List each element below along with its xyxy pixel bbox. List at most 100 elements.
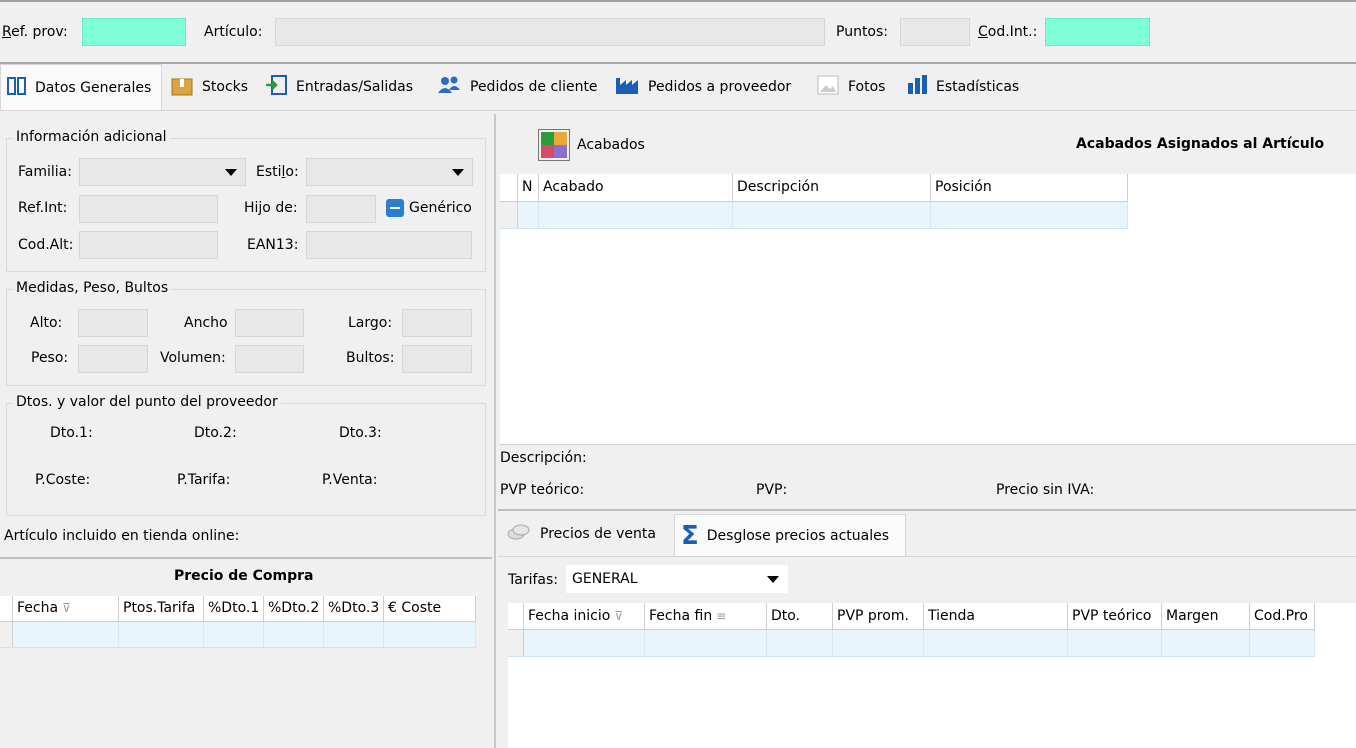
acabados-title: Acabados Asignados al Artículo — [1076, 136, 1325, 152]
box-icon — [170, 74, 194, 100]
pvp-teorico-label: PVP teórico: — [500, 482, 585, 498]
minus-icon — [390, 207, 400, 209]
tab-entradas-salidas[interactable]: Entradas/Salidas — [258, 64, 428, 110]
codalt-label: Cod.Alt: — [18, 237, 74, 253]
hijode-input[interactable] — [306, 195, 376, 223]
top-border — [0, 0, 1356, 2]
tab-pedidos-proveedor[interactable]: Pedidos a proveedor — [608, 64, 808, 110]
col-pvp-prom[interactable]: PVP prom. — [833, 603, 924, 629]
tab-desglose-precios[interactable]: Σ Desglose precios actuales — [674, 514, 906, 556]
peso-input[interactable] — [78, 345, 148, 373]
acabados-palette-icon[interactable] — [538, 129, 570, 161]
col-ptos-tarifa[interactable]: Ptos.Tarifa — [119, 596, 204, 621]
acabados-grid-header: N Acabado Descripción Posición — [500, 174, 1128, 202]
ancho-label: Ancho — [184, 315, 228, 331]
refint-input[interactable] — [79, 195, 218, 223]
generico-checkbox[interactable] — [386, 199, 404, 217]
col-pvp-teorico[interactable]: PVP teórico — [1068, 603, 1162, 629]
peso-label: Peso: — [31, 350, 69, 366]
exchange-icon — [264, 74, 288, 100]
dto1-label: Dto.1: — [50, 425, 93, 441]
chevron-down-icon — [767, 576, 779, 583]
ean13-input[interactable] — [306, 231, 472, 259]
col-acabado[interactable]: Acabado — [539, 174, 733, 201]
col-posicion[interactable]: Posición — [931, 174, 1128, 201]
pvp-label: PVP: — [756, 482, 788, 498]
acabados-button[interactable]: Acabados — [577, 137, 645, 153]
tab-fotos[interactable]: Fotos — [810, 64, 898, 110]
volumen-input[interactable] — [235, 345, 304, 373]
ref-prov-input[interactable] — [82, 18, 186, 46]
col-fecha-inicio[interactable]: Fecha inicio ⊽ — [524, 603, 645, 629]
chevron-down-icon — [225, 169, 237, 176]
info-group-title: Información adicional — [13, 129, 170, 145]
precios-grid-header: Fecha inicio ⊽ Fecha fin ≡ Dto. PVP prom. … — [508, 603, 1315, 630]
col-cod-pro[interactable]: Cod.Pro — [1250, 603, 1315, 629]
users-icon — [436, 74, 462, 100]
picture-icon — [816, 74, 840, 100]
col-dto[interactable]: Dto. — [767, 603, 833, 629]
acabados-bottom-border — [500, 444, 1356, 445]
hijode-label: Hijo de: — [244, 200, 298, 216]
col-margen[interactable]: Margen — [1162, 603, 1250, 629]
articulo-label: Artículo: — [204, 24, 263, 40]
precio-compra-title: Precio de Compra — [174, 568, 314, 584]
col-fecha-fin[interactable]: Fecha fin ≡ — [645, 603, 767, 629]
bultos-input[interactable] — [402, 345, 472, 373]
ref-prov-label: Ref. prov: — [2, 24, 68, 40]
alto-input[interactable] — [78, 309, 148, 337]
estilo-select[interactable] — [306, 158, 473, 186]
filter-icon: ⊽ — [614, 609, 624, 623]
familia-label: Familia: — [18, 164, 72, 180]
panel-splitter[interactable] — [494, 114, 496, 748]
columns-icon — [7, 76, 27, 99]
precios-tabs-border — [498, 556, 1356, 557]
filter-icon: ⊽ — [62, 601, 71, 615]
compra-grid-header: Fecha ⊽ Ptos.Tarifa %Dto.1 %Dto.2 %Dto.3 … — [0, 596, 476, 622]
codalt-input[interactable] — [79, 231, 218, 259]
ancho-input[interactable] — [235, 309, 304, 337]
table-row[interactable] — [0, 622, 476, 648]
tab-pedidos-cliente[interactable]: Pedidos de cliente — [430, 64, 606, 110]
col-dto1[interactable]: %Dto.1 — [204, 596, 264, 621]
pcoste-label: P.Coste: — [35, 472, 91, 488]
estilo-label: Estilo: — [256, 164, 299, 180]
table-row[interactable] — [508, 630, 1315, 657]
familia-select[interactable] — [79, 158, 246, 186]
bar-chart-icon — [906, 74, 928, 100]
codint-input[interactable] — [1045, 18, 1150, 46]
tab-precios-venta[interactable]: Precios de venta — [500, 513, 674, 555]
dto2-label: Dto.2: — [194, 425, 237, 441]
tab-datos-generales[interactable]: Datos Generales — [0, 64, 162, 110]
puntos-input[interactable] — [900, 18, 970, 46]
col-coste[interactable]: € Coste — [384, 596, 476, 621]
dto3-label: Dto.3: — [339, 425, 382, 441]
col-descripcion[interactable]: Descripción — [733, 174, 931, 201]
col-tienda[interactable]: Tienda — [924, 603, 1068, 629]
col-dto3[interactable]: %Dto.3 — [324, 596, 384, 621]
articulo-input[interactable] — [275, 18, 825, 46]
sort-icon: ≡ — [716, 609, 727, 623]
refint-label: Ref.Int: — [18, 200, 68, 216]
tarifas-label: Tarifas: — [508, 572, 558, 588]
col-fecha[interactable]: Fecha ⊽ — [13, 596, 119, 621]
table-row[interactable] — [500, 202, 1128, 229]
largo-label: Largo: — [348, 315, 393, 331]
tab-stocks[interactable]: Stocks — [164, 64, 256, 110]
generico-label: Genérico — [409, 200, 472, 216]
alto-label: Alto: — [30, 315, 63, 331]
tarifas-select[interactable]: GENERAL — [566, 565, 788, 593]
puntos-label: Puntos: — [836, 24, 889, 40]
col-dto2[interactable]: %Dto.2 — [264, 596, 324, 621]
dtos-group — [6, 403, 486, 516]
largo-input[interactable] — [402, 309, 472, 337]
pventa-label: P.Venta: — [322, 472, 378, 488]
chevron-down-icon — [452, 169, 464, 176]
tab-estadisticas[interactable]: Estadísticas — [900, 64, 1030, 110]
bultos-label: Bultos: — [346, 350, 395, 366]
col-n[interactable]: N — [518, 174, 539, 201]
medidas-group-title: Medidas, Peso, Bultos — [13, 280, 172, 296]
ean13-label: EAN13: — [247, 237, 299, 253]
precio-sin-iva-label: Precio sin IVA: — [996, 482, 1095, 498]
tienda-online-label: Artículo incluido en tienda online: — [4, 528, 240, 544]
